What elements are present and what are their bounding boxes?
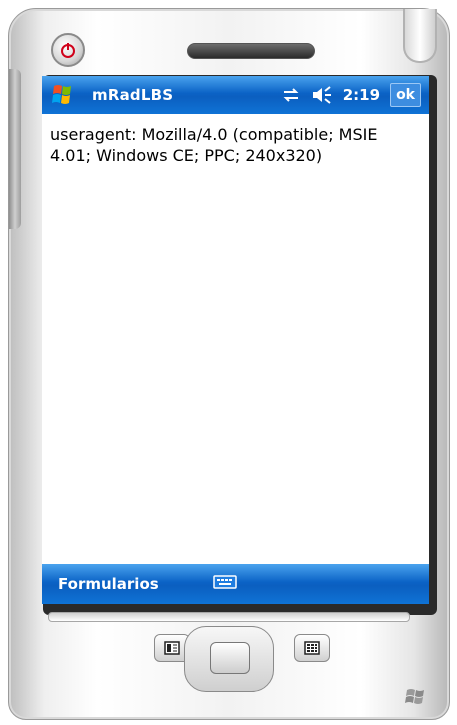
ok-button[interactable]: ok	[390, 83, 421, 107]
device-screen: mRadLBS 2:19 ok useragent: Mozilla/4.0 (…	[42, 76, 429, 604]
clock[interactable]: 2:19	[343, 86, 380, 104]
start-button[interactable]	[48, 80, 82, 110]
connectivity-indicator[interactable]	[281, 87, 301, 103]
brand-logo	[404, 686, 430, 710]
sync-arrows-icon	[283, 88, 299, 102]
app-title: mRadLBS	[92, 86, 174, 104]
windows-flag-icon	[52, 85, 71, 104]
useragent-text: useragent: Mozilla/4.0 (compatible; MSIE…	[50, 125, 378, 165]
title-bar: mRadLBS 2:19 ok	[42, 76, 429, 114]
hardware-controls	[8, 594, 448, 718]
power-icon	[61, 43, 75, 58]
right-hardware-key[interactable]	[294, 634, 330, 662]
softkey-formularios[interactable]: Formularios	[58, 575, 159, 593]
keyboard-icon	[212, 575, 237, 589]
side-grip	[9, 69, 21, 229]
contacts-icon	[304, 641, 320, 655]
earpiece-speaker	[187, 43, 315, 59]
power-button[interactable]	[51, 33, 85, 67]
stylus-slot	[403, 9, 437, 63]
windows-logo-icon	[405, 689, 424, 704]
input-panel-button[interactable]	[212, 574, 237, 594]
content-area: useragent: Mozilla/4.0 (compatible; MSIE…	[42, 114, 429, 166]
dpad-center-button[interactable]	[210, 642, 250, 674]
volume-indicator[interactable]	[311, 86, 333, 104]
speaker-volume-icon	[312, 86, 331, 104]
hardware-divider	[48, 612, 410, 622]
system-tray: 2:19 ok	[281, 83, 421, 107]
calendar-icon	[164, 641, 180, 655]
